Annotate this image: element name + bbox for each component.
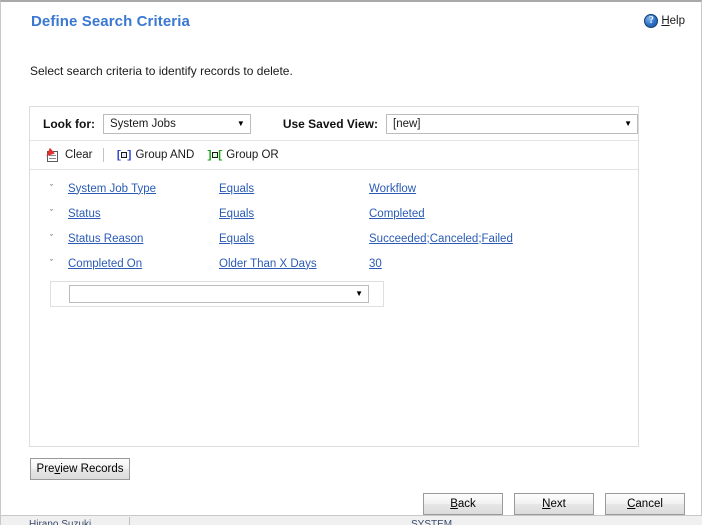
lookfor-label: Look for: [43,116,95,131]
criteria-toolbar: Clear [] Group AND ][ Group OR [30,141,638,170]
criteria-value-link[interactable]: 30 [369,258,638,270]
define-search-criteria-dialog: Define Search Criteria ? Help Select sea… [0,0,702,525]
status-bar: Hirano Suzuki SYSTEM [1,515,702,525]
new-criteria-row: ▼ [50,281,384,307]
question-circle-icon: ? [644,14,659,28]
preview-records-button[interactable]: Preview Records [30,458,130,480]
table-row: ˇ Completed On Older Than X Days 30 [30,251,638,276]
status-segment-user: Hirano Suzuki [29,519,92,525]
row-expander-icon[interactable]: ˇ [50,184,68,193]
criteria-rows: ˇ System Job Type Equals Workflow ˇ Stat… [30,170,638,307]
group-or-button[interactable]: ][ Group OR [200,146,284,165]
status-divider [129,517,130,525]
toolbar-divider [103,148,105,162]
criteria-operator-link[interactable]: Equals [219,233,369,245]
criteria-value-link[interactable]: Workflow [369,183,638,195]
clear-label: Clear [65,149,93,161]
status-segment-system: SYSTEM [411,519,453,525]
chevron-down-icon: ▼ [355,289,363,298]
new-criteria-row-stub [51,282,69,306]
row-expander-icon[interactable]: ˇ [50,234,68,243]
chevron-down-icon: ▼ [624,118,632,128]
table-row: ˇ Status Equals Completed [30,201,638,226]
chevron-down-icon: ▼ [236,118,245,128]
group-and-icon: [] [115,149,133,162]
row-expander-icon[interactable]: ˇ [50,209,68,218]
back-button[interactable]: Back [423,493,503,515]
table-row: ˇ Status Reason Equals Succeeded;Cancele… [30,226,638,251]
lookfor-row: Look for: System Jobs ▼ Use Saved View: … [30,107,638,141]
lookfor-value: System Jobs [110,117,176,130]
table-row: ˇ System Job Type Equals Workflow [30,176,638,201]
clear-clipboard-icon [44,146,60,163]
lookfor-select[interactable]: System Jobs ▼ [103,113,251,134]
group-or-label: Group OR [226,149,279,161]
criteria-panel: Look for: System Jobs ▼ Use Saved View: … [29,106,639,447]
group-and-button[interactable]: [] Group AND [109,146,200,165]
savedview-label: Use Saved View: [282,116,378,131]
group-or-icon: ][ [206,149,224,162]
cancel-button[interactable]: Cancel [605,493,685,515]
criteria-field-link[interactable]: Status Reason [68,233,219,245]
criteria-value-link[interactable]: Succeeded;Canceled;Failed [369,233,638,245]
footer-buttons: Back Next Cancel [423,493,685,515]
savedview-value: [new] [393,117,421,130]
help-link[interactable]: ? Help [644,14,685,28]
savedview-group: Use Saved View: [new] ▼ [282,113,638,134]
savedview-select[interactable]: [new] ▼ [386,113,638,134]
criteria-field-link[interactable]: System Job Type [68,183,219,195]
instruction-text: Select search criteria to identify recor… [30,64,293,78]
criteria-operator-link[interactable]: Older Than X Days [219,258,369,270]
next-button[interactable]: Next [514,493,594,515]
page-title: Define Search Criteria [31,13,190,30]
criteria-field-link[interactable]: Completed On [68,258,219,270]
new-criteria-select[interactable]: ▼ [69,285,369,303]
group-and-label: Group AND [135,149,195,161]
clear-button[interactable]: Clear [39,146,98,165]
help-label: Help [661,15,685,27]
row-expander-icon[interactable]: ˇ [50,259,68,268]
criteria-operator-link[interactable]: Equals [219,183,369,195]
criteria-field-link[interactable]: Status [68,208,219,220]
criteria-value-link[interactable]: Completed [369,208,638,220]
criteria-operator-link[interactable]: Equals [219,208,369,220]
